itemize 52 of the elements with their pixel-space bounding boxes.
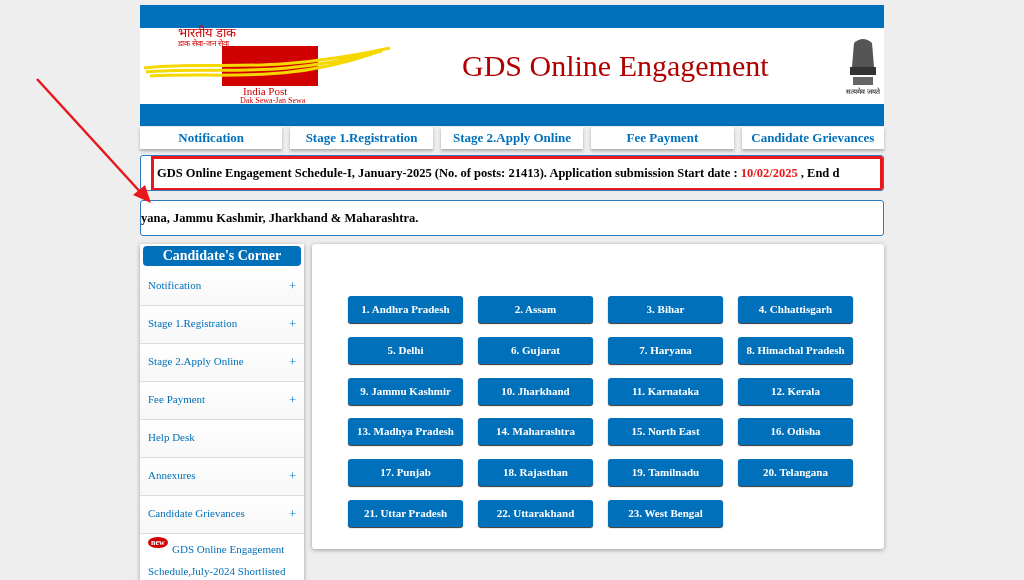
sidebar-item[interactable]: Fee Payment + (140, 382, 304, 420)
state-button[interactable]: 3. Bihar (608, 296, 723, 323)
logo-hindi-tagline: डाक सेवा-जन सेवा (178, 39, 229, 48)
ticker-text: yana, Jammu Kashmir, Jharkhand & Maharashtra. (141, 210, 419, 226)
logo-name: India Post (243, 86, 288, 97)
ticker-text: GDS Online Engagement Schedule-I, January-2025 (No. of posts: 21413). Application submission Start date : 10/02/2025 , End d (151, 156, 883, 190)
state-button[interactable]: 10. Jharkhand (478, 377, 593, 405)
news-link[interactable]: new GDS Online Engagement Schedule,July-2024 Shortlisted (140, 534, 304, 580)
state-button[interactable]: 14. Maharashtra (478, 418, 593, 446)
nav-tab[interactable]: Stage 1.Registration (290, 127, 433, 149)
state-button[interactable]: 21. Uttar Pradesh (348, 500, 463, 527)
site-title: GDS Online Engagement (462, 49, 770, 83)
sidebar-item[interactable]: Notification + (140, 268, 304, 306)
state-button[interactable]: 7. Haryana (608, 336, 723, 364)
sidebar-item[interactable]: Help Desk (140, 420, 304, 458)
state-button[interactable]: 22. Uttarakhand (478, 500, 593, 527)
nav-tab[interactable]: Notification (140, 127, 283, 149)
state-button[interactable]: 13. Madhya Pradesh (348, 418, 463, 446)
expand-icon: + (289, 393, 296, 409)
nav-tab[interactable]: Candidate Grievances (741, 127, 885, 149)
state-button[interactable]: 8. Himachal Pradesh (738, 336, 853, 364)
nav-tab[interactable]: Stage 2.Apply Online (440, 127, 584, 149)
state-button[interactable]: 4. Chhattisgarh (738, 296, 853, 323)
expand-icon: + (289, 469, 296, 485)
logo-hindi-title: भारतीय डाक (178, 26, 237, 40)
new-badge: new (148, 537, 168, 548)
state-button[interactable]: 5. Delhi (348, 336, 463, 364)
state-button[interactable]: 15. North East (608, 418, 723, 446)
state-button[interactable]: 12. Kerala (738, 377, 853, 405)
expand-icon: + (289, 507, 296, 523)
state-button[interactable]: 9. Jammu Kashmir (348, 377, 463, 405)
expand-icon: + (289, 355, 296, 371)
state-button[interactable]: 18. Rajasthan (478, 459, 593, 487)
sidebar-item[interactable]: Annexures + (140, 458, 304, 496)
state-button[interactable]: 2. Assam (478, 296, 593, 323)
sidebar-item[interactable]: Stage 1.Registration + (140, 306, 304, 344)
state-button[interactable]: 1. Andhra Pradesh (348, 296, 463, 323)
state-button[interactable]: 16. Odisha (738, 418, 853, 446)
nav-tab[interactable]: Fee Payment (591, 127, 734, 149)
sidebar-item[interactable]: Candidate Grievances + (140, 496, 304, 534)
sidebar-item[interactable]: Stage 2.Apply Online + (140, 344, 304, 382)
sidebar-title: Candidate's Corner (143, 246, 301, 266)
state-button[interactable]: 19. Tamilnadu (608, 459, 723, 487)
state-button[interactable]: 20. Telangana (738, 459, 853, 487)
logo-tagline: Dak Sewa-Jan Sewa (240, 96, 306, 105)
state-button[interactable]: 6. Gujarat (478, 336, 593, 364)
state-button[interactable]: 11. Karnataka (608, 377, 723, 405)
post-horn-icon (142, 46, 392, 86)
expand-icon: + (289, 317, 296, 333)
expand-icon: + (289, 279, 296, 295)
state-button[interactable]: 23. West Bengal (608, 500, 723, 527)
state-button[interactable]: 17. Punjab (348, 459, 463, 487)
